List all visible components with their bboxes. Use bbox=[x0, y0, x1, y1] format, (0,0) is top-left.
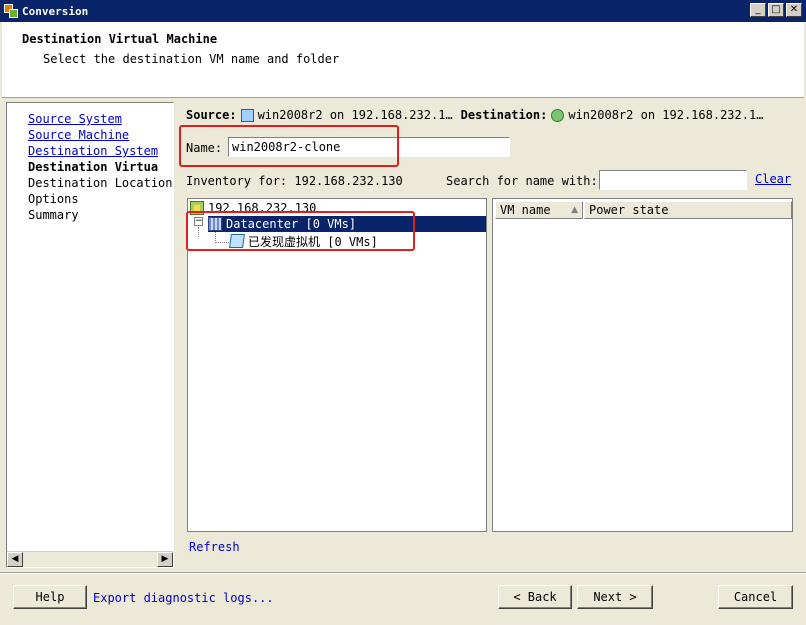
tree-item-datacenter[interactable]: Datacenter [0 VMs] bbox=[208, 216, 486, 232]
window-title: Conversion bbox=[22, 4, 89, 18]
folder-icon bbox=[229, 234, 245, 248]
cancel-button[interactable]: Cancel bbox=[718, 585, 793, 609]
back-button[interactable]: < Back bbox=[498, 585, 572, 609]
sidebar-item-destination-virtual-machine: Destination Virtua bbox=[28, 160, 159, 174]
scroll-right-icon[interactable]: ▶ bbox=[157, 552, 173, 567]
datacenter-icon bbox=[208, 217, 222, 231]
footer-separator bbox=[0, 572, 806, 574]
close-icon[interactable]: ✕ bbox=[786, 3, 802, 17]
clear-link[interactable]: Clear bbox=[755, 172, 791, 186]
tree-folder-label: 已发现虚拟机 [0 VMs] bbox=[248, 234, 378, 249]
sidebar-item-destination-location: Destination Location bbox=[28, 176, 173, 190]
vm-name-input[interactable] bbox=[228, 137, 510, 157]
inventory-tree[interactable]: 192.168.232.130 − Datacenter [0 VMs] 已发现… bbox=[187, 198, 487, 532]
destination-host-icon bbox=[551, 108, 565, 122]
collapse-icon[interactable]: − bbox=[194, 217, 203, 226]
source-destination-summary: Source: win2008r2 on 192.168.232.1… Dest… bbox=[186, 108, 763, 122]
column-header-power-state[interactable]: Power state bbox=[584, 201, 792, 219]
search-label: Search for name with: bbox=[446, 174, 598, 188]
page-title: Destination Virtual Machine bbox=[22, 32, 218, 46]
help-button[interactable]: Help bbox=[13, 585, 87, 609]
tree-datacenter-label: Datacenter [0 VMs] bbox=[226, 217, 357, 231]
export-diagnostic-logs-link[interactable]: Export diagnostic logs... bbox=[93, 591, 274, 605]
title-bar: Conversion _ □ ✕ bbox=[0, 0, 806, 22]
sidebar-item-summary: Summary bbox=[28, 208, 79, 222]
tree-item-host[interactable]: 192.168.232.130 bbox=[190, 200, 316, 216]
tree-item-discovered-vms-folder[interactable]: 已发现虚拟机 [0 VMs] bbox=[229, 233, 378, 249]
tree-connector bbox=[198, 227, 199, 237]
name-label: Name: bbox=[186, 141, 223, 155]
tree-host-label: 192.168.232.130 bbox=[208, 201, 317, 215]
host-icon bbox=[190, 201, 204, 215]
sidebar-item-destination-system[interactable]: Destination System bbox=[28, 144, 158, 158]
search-input[interactable] bbox=[599, 170, 747, 190]
app-icon bbox=[4, 4, 18, 18]
main-panel: Source: win2008r2 on 192.168.232.1… Dest… bbox=[178, 102, 804, 568]
sidebar-item-options: Options bbox=[28, 192, 79, 206]
sidebar-item-source-machine[interactable]: Source Machine bbox=[28, 128, 129, 142]
destination-value: win2008r2 on 192.168.232.1… bbox=[568, 108, 764, 122]
wizard-steps-sidebar: Source System Source Machine Destination… bbox=[6, 102, 174, 568]
page-subtitle: Select the destination VM name and folde… bbox=[43, 52, 340, 66]
source-value: win2008r2 on 192.168.232.1… bbox=[257, 108, 453, 122]
tree-connector bbox=[215, 242, 229, 243]
vm-list-table[interactable]: VM name ▲ Power state bbox=[492, 198, 793, 532]
inventory-label: Inventory for: 192.168.232.130 bbox=[186, 174, 403, 188]
maximize-icon[interactable]: □ bbox=[768, 3, 784, 17]
minimize-icon[interactable]: _ bbox=[750, 3, 766, 17]
wizard-header: Destination Virtual Machine Select the d… bbox=[2, 22, 804, 98]
next-button[interactable]: Next > bbox=[577, 585, 653, 609]
scroll-left-icon[interactable]: ◀ bbox=[7, 552, 23, 567]
refresh-link[interactable]: Refresh bbox=[189, 540, 240, 554]
column-header-vm-name[interactable]: VM name ▲ bbox=[495, 201, 583, 219]
column-header-label: VM name bbox=[500, 203, 551, 217]
destination-label: Destination: bbox=[460, 108, 548, 122]
sidebar-horizontal-scrollbar[interactable]: ◀ ▶ bbox=[7, 551, 173, 567]
sort-arrow-icon: ▲ bbox=[571, 205, 578, 215]
column-header-label: Power state bbox=[589, 203, 669, 217]
source-vm-icon bbox=[240, 108, 254, 122]
sidebar-item-source-system[interactable]: Source System bbox=[28, 112, 122, 126]
source-label: Source: bbox=[186, 108, 237, 122]
